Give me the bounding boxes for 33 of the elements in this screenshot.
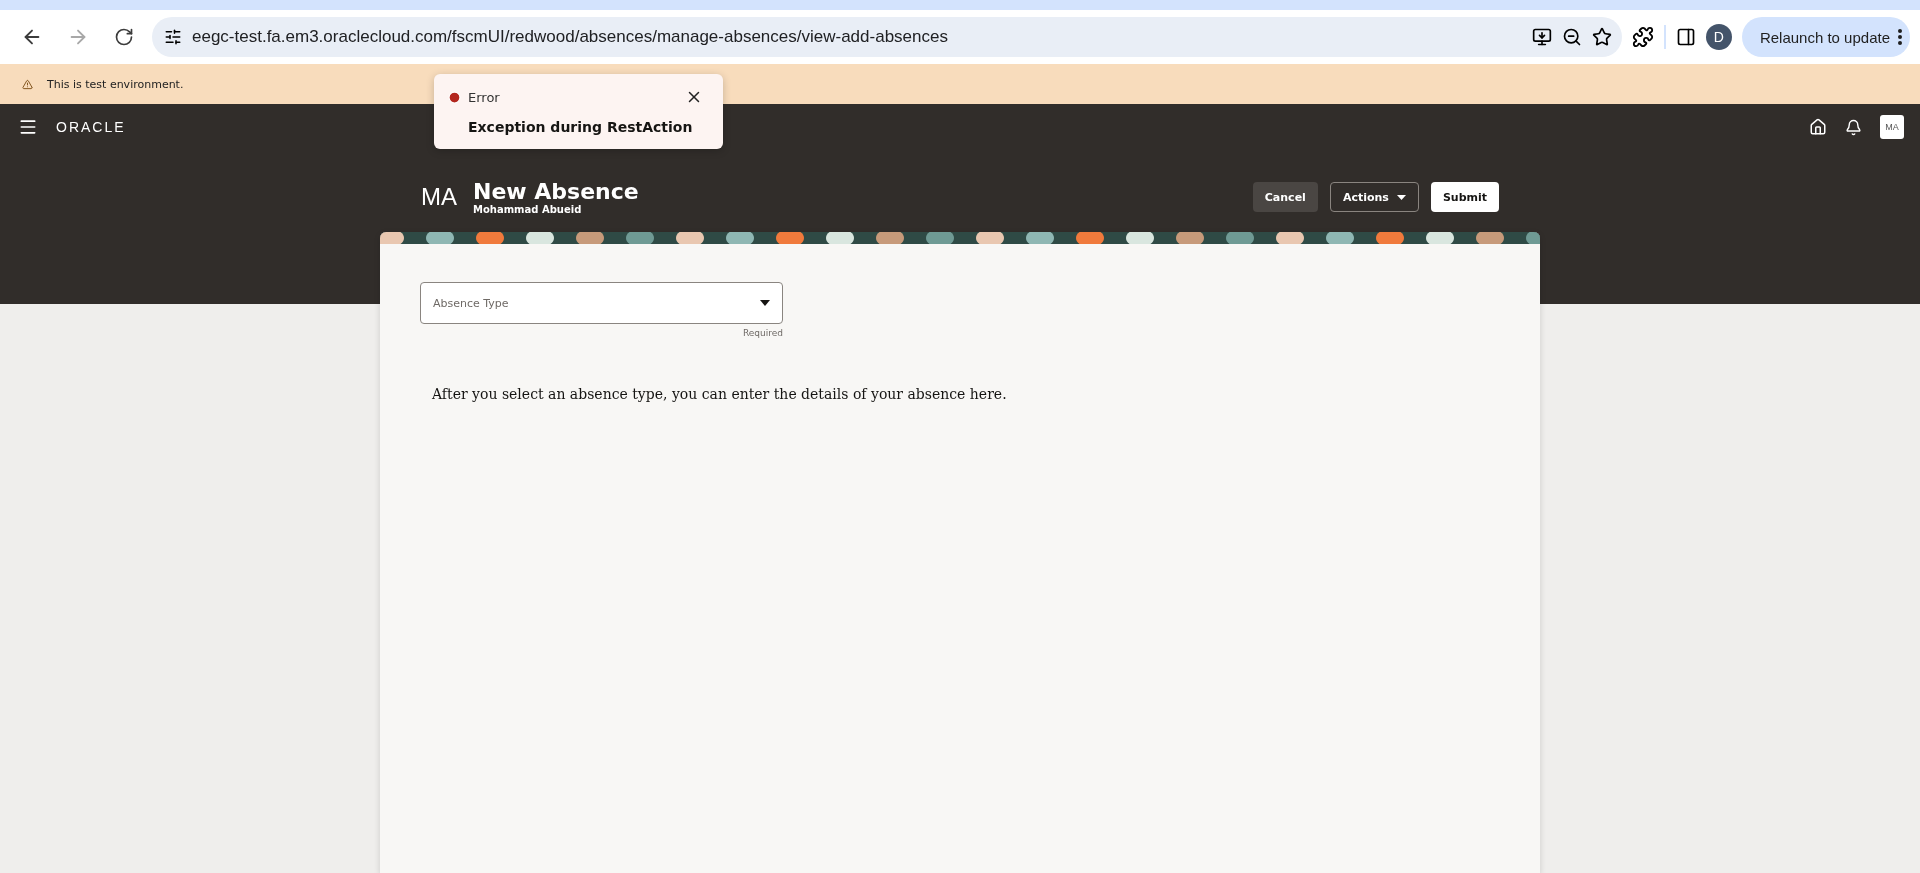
absence-type-select[interactable]: Absence Type <box>420 282 783 324</box>
zoom-icon[interactable] <box>1561 27 1582 47</box>
required-hint: Required <box>741 328 783 338</box>
relaunch-button[interactable]: Relaunch to update <box>1741 17 1910 57</box>
person-name: Mohammad Abueid <box>473 204 583 215</box>
info-text: After you select an absence type, you can enter the details of your absence here. <box>432 386 1008 402</box>
dropdown-caret-icon <box>760 300 770 306</box>
banner-text: This is test environment. <box>47 77 184 91</box>
profile-avatar[interactable]: D <box>1705 24 1732 50</box>
submit-button[interactable]: Submit <box>1430 182 1499 212</box>
cancel-button[interactable]: Cancel <box>1252 182 1318 212</box>
logo: ORACLE <box>56 119 126 135</box>
more-icon <box>1898 29 1902 45</box>
site-settings-icon[interactable] <box>164 28 182 46</box>
caret-icon <box>1396 194 1406 200</box>
toast-title: Error <box>468 90 501 106</box>
page-title: New Absence <box>473 179 639 204</box>
user-avatar[interactable]: MA <box>1880 115 1904 139</box>
home-icon[interactable] <box>1809 118 1827 136</box>
side-panel-icon[interactable] <box>1675 27 1696 47</box>
url-text: eegc-test.fa.em3.oraclecloud.com/fscmUI/redwood/absences/manage-absences/view-add-absences <box>192 27 949 47</box>
error-icon <box>448 91 461 105</box>
reload-icon <box>114 27 134 47</box>
install-app-icon[interactable] <box>1531 27 1552 47</box>
bell-icon[interactable] <box>1845 118 1862 136</box>
menu-icon[interactable] <box>18 117 38 137</box>
extensions-icon[interactable] <box>1631 26 1654 48</box>
address-bar[interactable]: eegc-test.fa.em3.oraclecloud.com/fscmUI/redwood/absences/manage-absences/view-add-absences <box>152 17 1622 57</box>
actions-menu-button[interactable]: Actions <box>1329 182 1419 212</box>
bookmark-star-icon[interactable] <box>1591 27 1612 47</box>
person-initials: MA <box>421 183 457 211</box>
warning-icon <box>22 78 33 90</box>
toast-message: Exception during RestAction <box>468 119 694 136</box>
